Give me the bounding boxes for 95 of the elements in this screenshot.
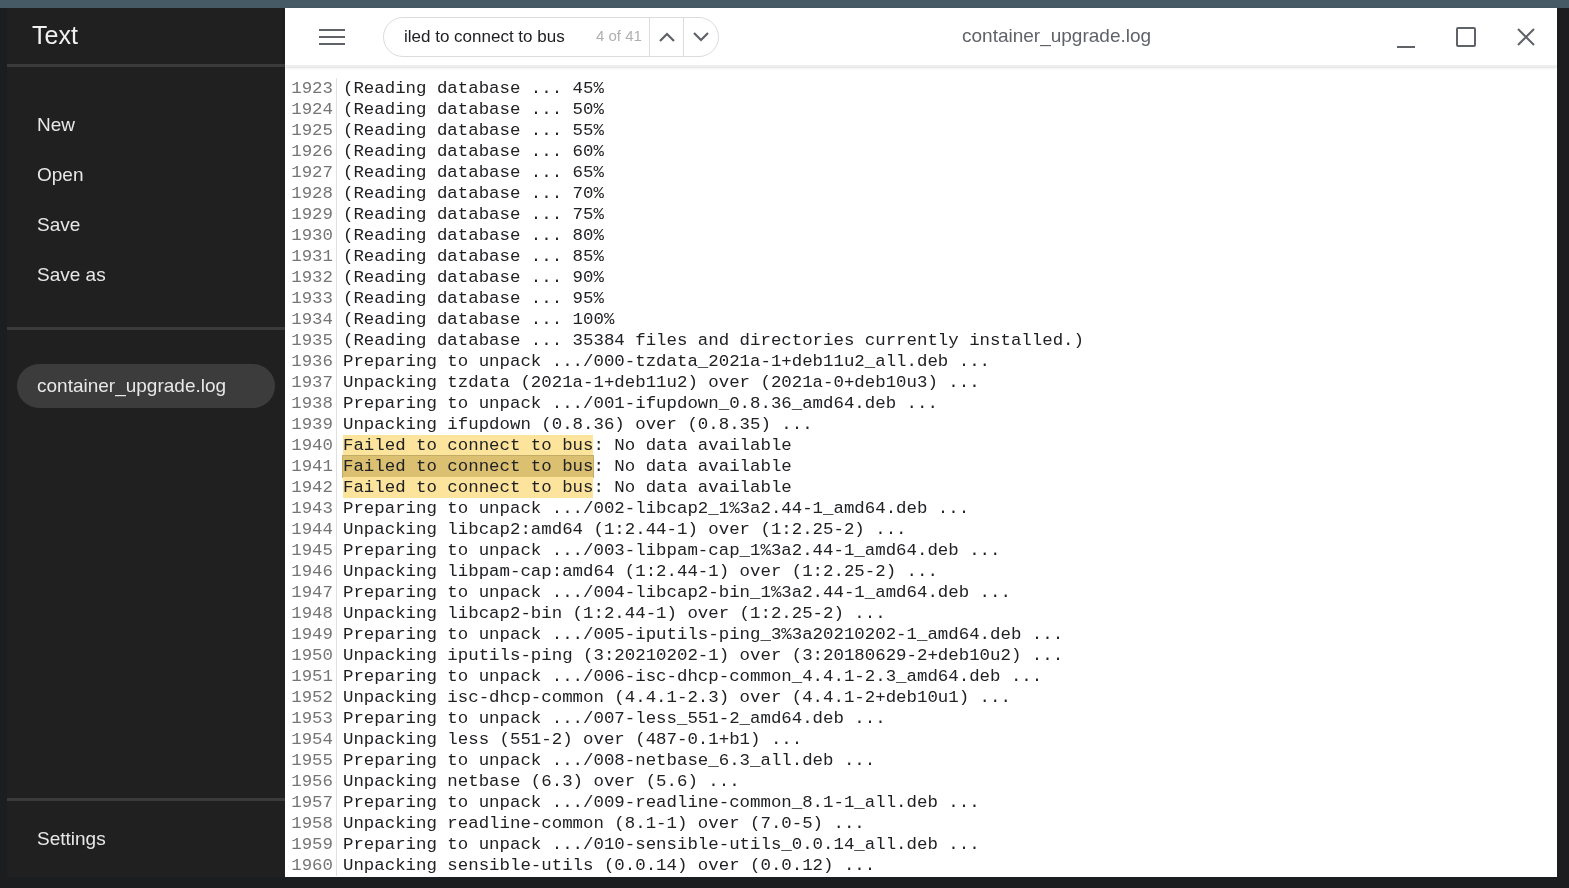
maximize-button[interactable] <box>1455 25 1477 48</box>
line-number: 1955 <box>285 750 337 771</box>
log-line: (Reading database ... 45% <box>343 78 604 99</box>
log-line: Preparing to unpack .../010-sensible-utils_0.0.14_all.deb ... <box>343 834 980 855</box>
log-line: : No data available <box>593 456 792 477</box>
log-line: (Reading database ... 100% <box>343 309 615 330</box>
menu-item[interactable]: New <box>7 100 285 150</box>
line-number: 1944 <box>285 519 337 540</box>
chevron-up-icon <box>658 31 675 42</box>
line-number: 1929 <box>285 204 337 225</box>
log-line: (Reading database ... 35384 files and directories currently installed.) <box>343 330 1084 351</box>
log-line: Preparing to unpack .../008-netbase_6.3_all.deb ... <box>343 750 876 771</box>
line-number: 1956 <box>285 771 337 792</box>
file-tab[interactable]: container_upgrade.log <box>17 364 275 408</box>
log-line: Preparing to unpack .../009-readline-common_8.1-1_all.deb ... <box>343 792 980 813</box>
log-line: Unpacking netbase (6.3) over (5.6) ... <box>343 771 740 792</box>
line-number: 1952 <box>285 687 337 708</box>
search-highlight: Failed to connect to bus <box>343 435 594 456</box>
line-number: 1941 <box>285 456 337 477</box>
log-line: (Reading database ... 80% <box>343 225 604 246</box>
line-number: 1931 <box>285 246 337 267</box>
close-icon <box>1517 27 1535 46</box>
file-title: container_upgrade.log <box>962 24 1152 49</box>
line-number: 1959 <box>285 834 337 855</box>
log-line: Preparing to unpack .../003-libpam-cap_1%3a2.44-1_amd64.deb ... <box>343 540 1001 561</box>
log-line: Preparing to unpack .../002-libcap2_1%3a2.44-1_amd64.deb ... <box>343 498 970 519</box>
menu-item[interactable]: Save <box>7 200 285 250</box>
line-number: 1932 <box>285 267 337 288</box>
log-line: Unpacking iputils-ping (3:20210202-1) over (3:20180629-2+deb10u2) ... <box>343 645 1064 666</box>
log-line: (Reading database ... 50% <box>343 99 604 120</box>
line-number: 1938 <box>285 393 337 414</box>
line-number: 1945 <box>285 540 337 561</box>
log-line: Unpacking libcap2-bin (1:2.44-1) over (1:2.25-2) ... <box>343 603 886 624</box>
line-number: 1927 <box>285 162 337 183</box>
chevron-down-icon <box>693 31 710 42</box>
line-number: 1933 <box>285 288 337 309</box>
line-number: 1928 <box>285 183 337 204</box>
line-number: 1947 <box>285 582 337 603</box>
line-number: 1953 <box>285 708 337 729</box>
log-line: Unpacking sensible-utils (0.0.14) over (0.0.12) ... <box>343 855 876 876</box>
settings-item[interactable]: Settings <box>7 824 136 854</box>
search-field[interactable]: iled to connect to bus <box>404 23 592 50</box>
line-number: 1946 <box>285 561 337 582</box>
log-line: : No data available <box>593 435 792 456</box>
log-line: Preparing to unpack .../007-less_551-2_amd64.deb ... <box>343 708 886 729</box>
log-line: Preparing to unpack .../005-iputils-ping_3%3a20210202-1_amd64.deb ... <box>343 624 1064 645</box>
line-number: 1943 <box>285 498 337 519</box>
log-line: Preparing to unpack .../001-ifupdown_0.8.36_amd64.deb ... <box>343 393 938 414</box>
line-number: 1923 <box>285 78 337 99</box>
log-line: Unpacking isc-dhcp-common (4.4.1-2.3) over (4.4.1-2+deb10u1) ... <box>343 687 1011 708</box>
menu-icon[interactable] <box>319 26 345 47</box>
line-number: 1926 <box>285 141 337 162</box>
search-highlight: Failed to connect to bus <box>343 456 594 477</box>
line-number: 1954 <box>285 729 337 750</box>
log-line: Unpacking ifupdown (0.8.36) over (0.8.35) ... <box>343 414 813 435</box>
match-count: 4 of 41 <box>596 26 643 47</box>
line-number: 1949 <box>285 624 337 645</box>
line-number: 1935 <box>285 330 337 351</box>
line-number: 1930 <box>285 225 337 246</box>
line-number: 1951 <box>285 666 337 687</box>
line-number: 1948 <box>285 603 337 624</box>
line-number: 1950 <box>285 645 337 666</box>
line-number: 1937 <box>285 372 337 393</box>
line-number: 1958 <box>285 813 337 834</box>
log-line: (Reading database ... 75% <box>343 204 604 225</box>
log-line: Unpacking libcap2:amd64 (1:2.44-1) over (1:2.25-2) ... <box>343 519 907 540</box>
log-line: Preparing to unpack .../000-tzdata_2021a-1+deb11u2_all.deb ... <box>343 351 991 372</box>
app-title: Text <box>32 20 78 52</box>
log-line: (Reading database ... 90% <box>343 267 604 288</box>
log-line: Unpacking libpam-cap:amd64 (1:2.44-1) over (1:2.25-2) ... <box>343 561 938 582</box>
log-line: Unpacking readline-common (8.1-1) over (7.0-5) ... <box>343 813 865 834</box>
log-line: : No data available <box>593 477 792 498</box>
line-number: 1936 <box>285 351 337 372</box>
log-line: Unpacking tzdata (2021a-1+deb11u2) over (2021a-0+deb10u3) ... <box>343 372 980 393</box>
log-line: (Reading database ... 55% <box>343 120 604 141</box>
search-highlight: Failed to connect to bus <box>343 477 594 498</box>
line-number: 1925 <box>285 120 337 141</box>
line-number: 1939 <box>285 414 337 435</box>
line-number: 1960 <box>285 855 337 876</box>
menu-item[interactable]: Open <box>7 150 285 200</box>
line-number: 1924 <box>285 99 337 120</box>
log-line: (Reading database ... 95% <box>343 288 604 309</box>
line-number: 1940 <box>285 435 337 456</box>
menu-item[interactable]: Save as <box>7 250 285 300</box>
close-button[interactable] <box>1515 25 1537 48</box>
log-line: Preparing to unpack .../006-isc-dhcp-common_4.4.1-2.3_amd64.deb ... <box>343 666 1043 687</box>
line-number: 1957 <box>285 792 337 813</box>
log-line: Unpacking less (551-2) over (487-0.1+b1) ... <box>343 729 803 750</box>
line-number: 1942 <box>285 477 337 498</box>
log-line: (Reading database ... 70% <box>343 183 604 204</box>
log-line: (Reading database ... 60% <box>343 141 604 162</box>
line-number: 1934 <box>285 309 337 330</box>
log-line: (Reading database ... 85% <box>343 246 604 267</box>
log-line: (Reading database ... 65% <box>343 162 604 183</box>
log-line: Preparing to unpack .../004-libcap2-bin_1%3a2.44-1_amd64.deb ... <box>343 582 1011 603</box>
